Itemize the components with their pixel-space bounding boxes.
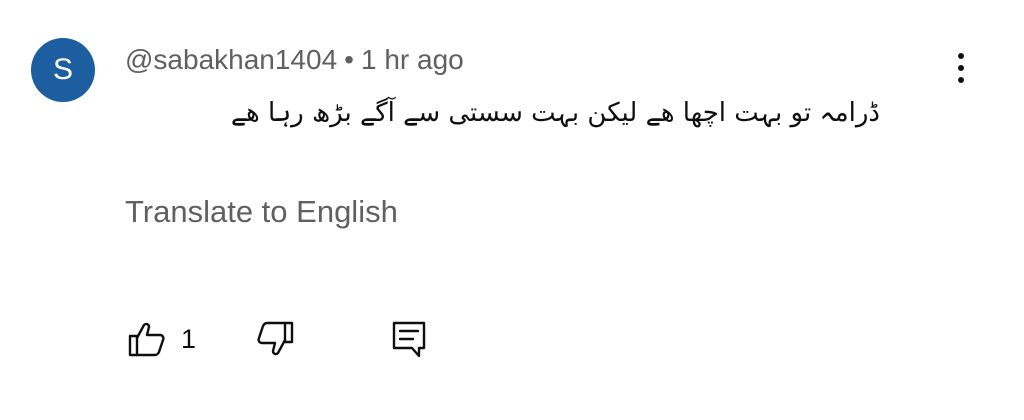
avatar[interactable]: S <box>31 38 95 102</box>
dislike-button[interactable] <box>253 317 297 361</box>
more-vertical-icon <box>958 53 964 59</box>
reply-button[interactable] <box>387 317 431 361</box>
more-vertical-icon-dot <box>958 77 964 83</box>
comment-item: S @sabakhan1404 • 1 hr ago ڈرامہ تو بہت اچ… <box>0 0 1024 420</box>
comment-reply-icon <box>392 321 426 358</box>
more-options-button[interactable] <box>946 48 976 88</box>
avatar-letter: S <box>52 53 73 86</box>
comment-actions: 1 <box>125 316 431 362</box>
comment-text: ڈرامہ تو بہت اچھا ھے لیکن بہت سستی سے آگ… <box>230 98 880 128</box>
thumbs-down-icon <box>257 321 294 356</box>
like-count: 1 <box>181 323 197 354</box>
more-vertical-icon-dot <box>958 65 964 71</box>
separator-dot: • <box>344 44 354 75</box>
thumbs-up-icon <box>128 322 165 357</box>
timestamp: 1 hr ago <box>360 44 464 75</box>
translate-link[interactable]: Translate to English <box>125 192 398 232</box>
author-name[interactable]: @sabakhan1404 <box>125 44 337 75</box>
comment-header: @sabakhan1404 • 1 hr ago <box>125 40 464 80</box>
like-button[interactable] <box>125 317 169 361</box>
